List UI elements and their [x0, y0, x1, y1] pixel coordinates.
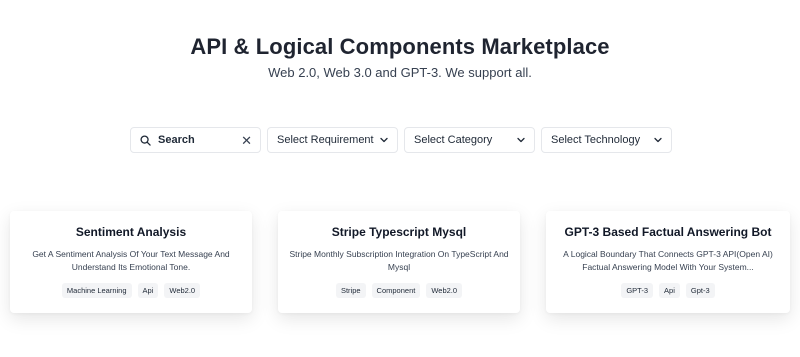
filter-bar: Search ✕ Select Requirement Select Categ…: [130, 127, 672, 153]
card-description: Get A Sentiment Analysis Of Your Text Me…: [32, 249, 230, 272]
page-subtitle: Web 2.0, Web 3.0 and GPT-3. We support a…: [268, 65, 532, 80]
search-input[interactable]: Search ✕: [130, 127, 261, 153]
tag[interactable]: Api: [659, 283, 680, 298]
category-select-label: Select Category: [414, 134, 493, 146]
component-card-stripe-typescript-mysql[interactable]: Stripe Typescript Mysql Stripe Monthly S…: [278, 211, 520, 313]
component-card-sentiment-analysis[interactable]: Sentiment Analysis Get A Sentiment Analy…: [10, 211, 252, 313]
card-title: Sentiment Analysis: [75, 225, 187, 239]
search-placeholder: Search: [158, 134, 195, 146]
chevron-down-icon: [517, 136, 525, 144]
category-select[interactable]: Select Category: [404, 127, 535, 153]
requirement-select-label: Select Requirement: [277, 134, 374, 146]
requirement-select[interactable]: Select Requirement: [267, 127, 398, 153]
card-description: A Logical Boundary That Connects GPT-3 A…: [563, 249, 773, 272]
card-tags: Machine Learning Api Web2.0: [10, 283, 252, 298]
component-card-gpt3-factual-bot[interactable]: GPT-3 Based Factual Answering Bot A Logi…: [546, 211, 790, 313]
search-icon: [139, 134, 151, 146]
tag[interactable]: Api: [137, 283, 159, 298]
card-tags: GPT-3 Api Gpt-3: [546, 283, 790, 298]
tag[interactable]: Component: [371, 283, 421, 298]
technology-select[interactable]: Select Technology: [541, 127, 672, 153]
card-title: Stripe Typescript Mysql: [331, 225, 467, 239]
card-tags: Stripe Component Web2.0: [278, 283, 520, 298]
chevron-down-icon: [654, 136, 662, 144]
page-title: API & Logical Components Marketplace: [190, 34, 610, 59]
chevron-down-icon: [380, 136, 388, 144]
tag[interactable]: Stripe: [335, 283, 366, 298]
tag[interactable]: Web2.0: [164, 283, 201, 298]
tag[interactable]: GPT-3: [621, 283, 654, 298]
close-icon[interactable]: ✕: [241, 134, 252, 147]
tag[interactable]: Machine Learning: [61, 283, 132, 298]
technology-select-label: Select Technology: [551, 134, 641, 146]
page-header: API & Logical Components Marketplace Web…: [0, 34, 800, 80]
tag[interactable]: Web2.0: [426, 283, 463, 298]
card-description: Stripe Monthly Subscription Integration …: [289, 249, 509, 272]
tag[interactable]: Gpt-3: [685, 283, 715, 298]
card-title: GPT-3 Based Factual Answering Bot: [564, 225, 772, 239]
